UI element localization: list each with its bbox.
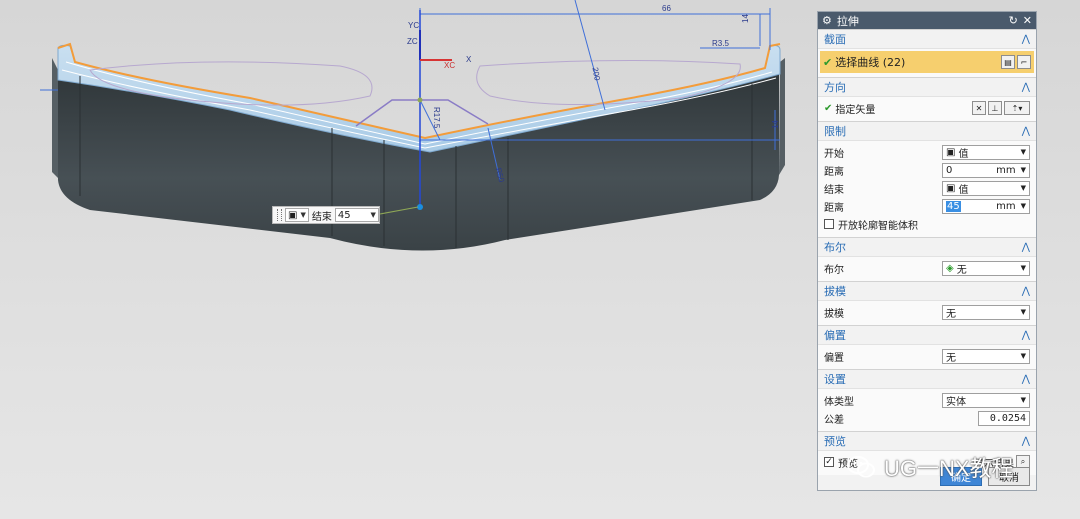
chevron-down-icon: ▼ [1020, 308, 1026, 316]
vector-dialog-icon[interactable]: ⊥ [988, 101, 1002, 115]
select-curve-label: 选择曲线 (22) [835, 56, 906, 69]
model-canvas[interactable]: YC ZC X XC 66 14 R3.5 200 R17.5 R50 14 [0, 0, 815, 519]
chevron-down-icon: ▼ [370, 211, 376, 219]
watermark-text: UG一NX教程 [884, 456, 1014, 481]
dim-66: 66 [662, 4, 671, 13]
draft-select[interactable]: 无 ▼ [942, 304, 1030, 320]
section-body-limits: 开始 ▣ 值 ▼ 距离 0 mm ▼ 结束 ▣ 值 ▼ 距离 45 mm ▼ 开… [818, 140, 1036, 237]
chevron-down-icon: ▼ [1020, 184, 1026, 192]
start-type-select[interactable]: ▣ 值 ▼ [942, 144, 1030, 160]
start-distance-field[interactable]: 0 mm ▼ [942, 162, 1030, 178]
axis-label-zc: ZC [407, 37, 418, 46]
wechat-icon [847, 456, 875, 478]
offset-select[interactable]: 无 ▼ [942, 348, 1030, 364]
section-body-direction: ✔ 指定矢量 ✕ ⊥ ⇡▾ [818, 96, 1036, 121]
tolerance-field[interactable]: 0.0254 [978, 410, 1030, 426]
curve-select-icon[interactable]: ⌐ [1017, 55, 1031, 69]
boolean-none-icon: ◈ [946, 262, 954, 274]
end-label: 结束 [824, 184, 844, 196]
open-profile-label: 开放轮廓智能体积 [838, 220, 918, 232]
end-distance-label: 距离 [824, 202, 844, 214]
open-profile-checkbox[interactable] [824, 219, 834, 229]
section-header-preview[interactable]: 预览 ⋀ [818, 431, 1036, 450]
close-icon[interactable]: ✕ [1023, 14, 1032, 27]
reset-icon[interactable]: ↻ [1009, 14, 1018, 27]
end-type-select[interactable]: ▣ 值 ▼ [942, 180, 1030, 196]
collapse-icon[interactable]: ⋀ [1022, 286, 1030, 297]
check-icon: ✔ [823, 55, 833, 69]
drag-handle [417, 97, 423, 103]
section-body-boolean: 布尔 ◈ 无 ▼ [818, 256, 1036, 281]
start-label: 开始 [824, 148, 844, 160]
cube-icon: ▣ [946, 182, 956, 194]
right-side-face [779, 58, 785, 175]
section-body-section: ✔ 选择曲线 (22) ▤ ⌐ [818, 48, 1036, 77]
sketch-section-icon[interactable]: ▤ [1001, 55, 1015, 69]
collapse-icon[interactable]: ⋀ [1022, 126, 1030, 137]
section-header-settings[interactable]: 设置 ⋀ [818, 369, 1036, 388]
dialog-title: 拉伸 [836, 14, 859, 28]
chevron-down-icon: ▼ [1020, 148, 1026, 156]
dim-14-top: 14 [741, 14, 750, 23]
watermark: UG一NX教程 [846, 451, 1014, 483]
chevron-down-icon: ▼ [300, 211, 306, 219]
offset-label: 偏置 [824, 352, 844, 364]
dim-r3-5: R3.5 [712, 39, 729, 48]
chevron-down-icon: ▼ [1020, 264, 1026, 272]
start-distance-label: 距离 [824, 166, 844, 178]
collapse-icon[interactable]: ⋀ [1022, 82, 1030, 93]
floating-end-control[interactable]: ▣ ▼ 结束 45 ▼ [272, 206, 380, 224]
section-body-settings: 体类型 实体 ▼ 公差 0.0254 [818, 388, 1036, 431]
select-curve-row[interactable]: ✔ 选择曲线 (22) ▤ ⌐ [820, 51, 1034, 73]
dim-r17-5: R17.5 [432, 107, 441, 129]
cube-icon: ▣ [946, 146, 956, 158]
check-icon: ✔ [824, 102, 833, 114]
specify-vector-label: 指定矢量 [835, 104, 876, 116]
boolean-select[interactable]: ◈ 无 ▼ [942, 260, 1030, 276]
section-header-section[interactable]: 截面 ⋀ [818, 29, 1036, 48]
draft-label: 拔模 [824, 308, 844, 320]
float-mode-dropdown[interactable]: ▣ ▼ [285, 208, 309, 222]
float-end-label: 结束 [311, 211, 332, 223]
body-type-label: 体类型 [824, 396, 854, 408]
boolean-label: 布尔 [824, 264, 844, 276]
chevron-down-icon: ▼ [1020, 202, 1026, 210]
axis-label-x: X [466, 55, 472, 64]
body-type-select[interactable]: 实体 ▼ [942, 392, 1030, 408]
dim-200: 200 [591, 67, 602, 82]
section-body-draft: 拔模 无 ▼ [818, 300, 1036, 325]
section-header-direction[interactable]: 方向 ⋀ [818, 77, 1036, 96]
section-header-boolean[interactable]: 布尔 ⋀ [818, 237, 1036, 256]
gear-icon[interactable]: ⚙ [822, 14, 832, 27]
vector-type-dropdown[interactable]: ⇡▾ [1004, 101, 1030, 115]
collapse-icon[interactable]: ⋀ [1022, 242, 1030, 253]
section-header-limits[interactable]: 限制 ⋀ [818, 121, 1036, 140]
axis-label-yc: YC [408, 21, 419, 30]
collapse-icon[interactable]: ⋀ [1022, 34, 1030, 45]
end-distance-field[interactable]: 45 mm ▼ [942, 198, 1030, 214]
dialog-titlebar[interactable]: ⚙ 拉伸 ↻ ✕ [818, 12, 1036, 29]
chevron-down-icon: ▼ [1020, 352, 1026, 360]
axis-label-xc: XC [444, 61, 455, 70]
section-body-offset: 偏置 无 ▼ [818, 344, 1036, 369]
preview-checkbox[interactable]: ✓ [824, 457, 834, 467]
chevron-down-icon: ▼ [1020, 166, 1026, 174]
collapse-icon[interactable]: ⋀ [1022, 330, 1030, 341]
chevron-down-icon: ▼ [1020, 396, 1026, 404]
cube-icon: ▣ [288, 209, 298, 221]
collapse-icon[interactable]: ⋀ [1022, 436, 1030, 447]
graphics-viewport[interactable]: YC ZC X XC 66 14 R3.5 200 R17.5 R50 14 ▣… [0, 0, 815, 519]
tolerance-label: 公差 [824, 414, 844, 426]
float-end-value[interactable]: 45 ▼ [334, 208, 379, 222]
section-header-draft[interactable]: 拔模 ⋀ [818, 281, 1036, 300]
grip-handle[interactable] [277, 209, 282, 221]
extrude-dialog: ⚙ 拉伸 ↻ ✕ 截面 ⋀ ✔ 选择曲线 (22) ▤ ⌐ 方向 ⋀ ✔ 指定矢… [817, 11, 1037, 491]
left-side-face [52, 58, 58, 178]
collapse-icon[interactable]: ⋀ [1022, 374, 1030, 385]
dim-14-right: 14 [771, 120, 780, 129]
reverse-direction-icon[interactable]: ✕ [972, 101, 986, 115]
section-header-offset[interactable]: 偏置 ⋀ [818, 325, 1036, 344]
